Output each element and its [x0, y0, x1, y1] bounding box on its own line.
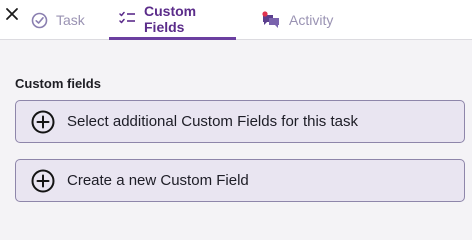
notification-dot — [262, 11, 268, 17]
tab-custom-fields-label: Custom Fields — [144, 2, 197, 35]
chat-bubbles-icon — [261, 11, 281, 29]
tab-bar: Task Custom Fields Activity — [0, 0, 472, 40]
section-title: Custom fields — [15, 76, 101, 91]
create-custom-field-label: Create a new Custom Field — [67, 172, 249, 189]
tab-task-label: Task — [56, 12, 85, 28]
checklist-icon — [119, 11, 136, 26]
select-custom-fields-label: Select additional Custom Fields for this… — [67, 113, 358, 130]
plus-circle-icon — [31, 110, 55, 134]
plus-circle-icon — [31, 169, 55, 193]
tab-activity[interactable]: Activity — [261, 0, 333, 40]
check-circle-icon — [31, 12, 48, 29]
select-custom-fields-button[interactable]: Select additional Custom Fields for this… — [15, 100, 465, 143]
create-custom-field-button[interactable]: Create a new Custom Field — [15, 159, 465, 202]
tab-custom-fields[interactable]: Custom Fields — [109, 0, 236, 40]
tab-activity-label: Activity — [289, 12, 334, 28]
close-icon[interactable] — [4, 6, 22, 24]
tab-task[interactable]: Task — [31, 0, 87, 40]
